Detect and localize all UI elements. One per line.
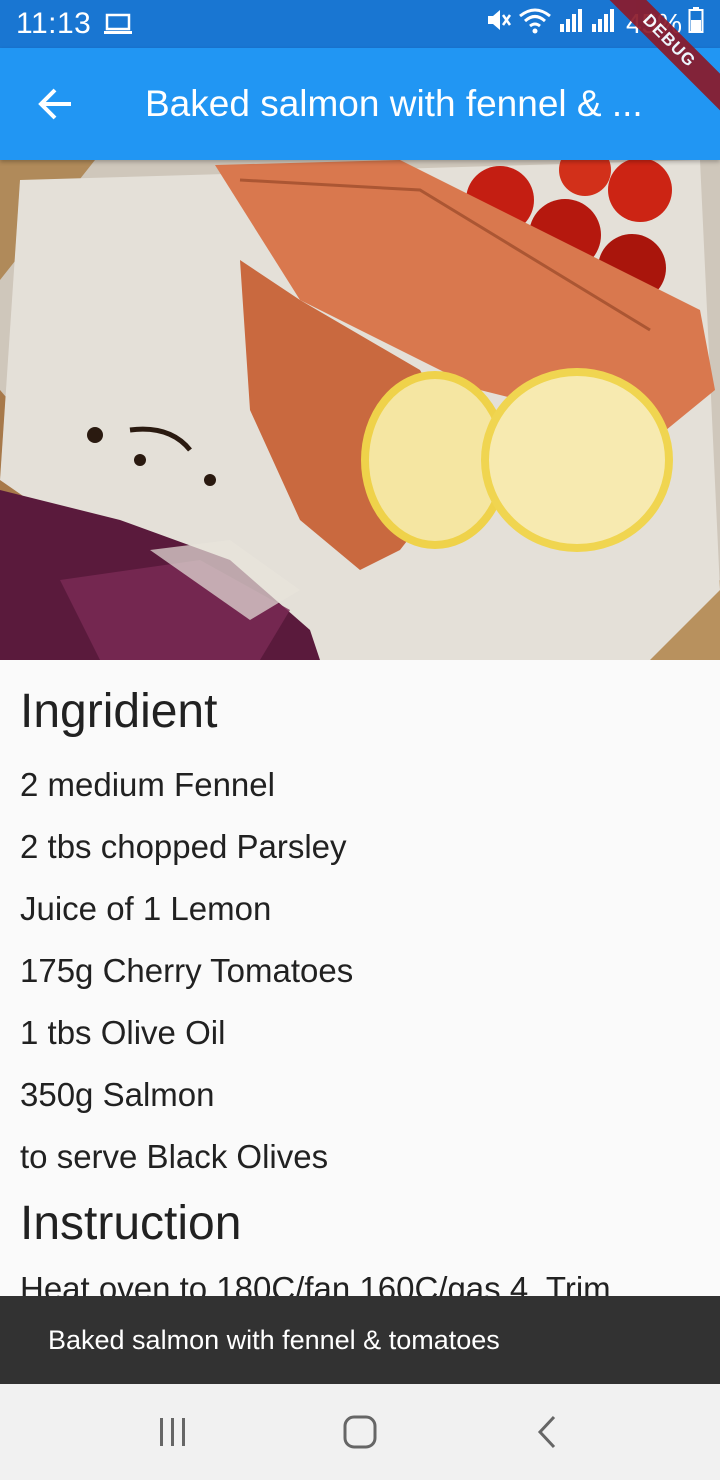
ingredient-item: 175g Cherry Tomatoes: [20, 952, 354, 989]
ingredient-item: 2 medium Fennel: [20, 766, 275, 803]
instruction-text: Heat oven to 180C/fan 160C/gas 4. Trim: [20, 1270, 611, 1296]
recipe-content: Ingridient 2 medium Fennel 2 tbs chopped…: [0, 660, 720, 1297]
home-icon: [343, 1415, 377, 1449]
signal-icon: [590, 6, 616, 42]
system-nav-bar: [0, 1384, 720, 1480]
recents-icon: [160, 1418, 186, 1446]
ingredient-item: 1 tbs Olive Oil: [20, 1014, 226, 1051]
ingredient-item: 2 tbs chopped Parsley: [20, 828, 347, 865]
back-button[interactable]: [0, 48, 112, 160]
laptop-icon: [103, 12, 133, 36]
status-time: 11:13: [16, 7, 92, 40]
nav-back-button[interactable]: [507, 1392, 587, 1472]
back-chevron-icon: [537, 1415, 555, 1449]
page-title: Baked salmon with fennel & ...: [145, 83, 643, 124]
ingredient-item: to serve Black Olives: [20, 1138, 329, 1175]
snackbar: Baked salmon with fennel & tomatoes: [0, 1296, 720, 1384]
ingredients-list: 2 medium Fennel 2 tbs chopped Parsley Ju…: [20, 754, 700, 1188]
instruction-heading: Instruction: [20, 1197, 242, 1250]
status-bar: 11:13: [0, 0, 720, 48]
mute-icon: [484, 6, 512, 42]
ingredient-item: Juice of 1 Lemon: [20, 890, 272, 927]
snackbar-message: Baked salmon with fennel & tomatoes: [48, 1324, 500, 1355]
ingredient-item: 350g Salmon: [20, 1076, 215, 1113]
home-button[interactable]: [320, 1392, 400, 1472]
arrow-back-icon: [38, 88, 71, 120]
battery-icon: [688, 6, 704, 42]
signal-icon: [558, 6, 584, 42]
screen: 11:13 DEBUG Baked salmon with fennel & .…: [0, 0, 720, 1480]
app-bar: Baked salmon with fennel & ...: [0, 48, 720, 160]
wifi-icon: [518, 6, 552, 42]
ingredients-heading: Ingridient: [20, 685, 218, 738]
recents-button[interactable]: [133, 1392, 213, 1472]
recipe-image: [0, 160, 720, 660]
